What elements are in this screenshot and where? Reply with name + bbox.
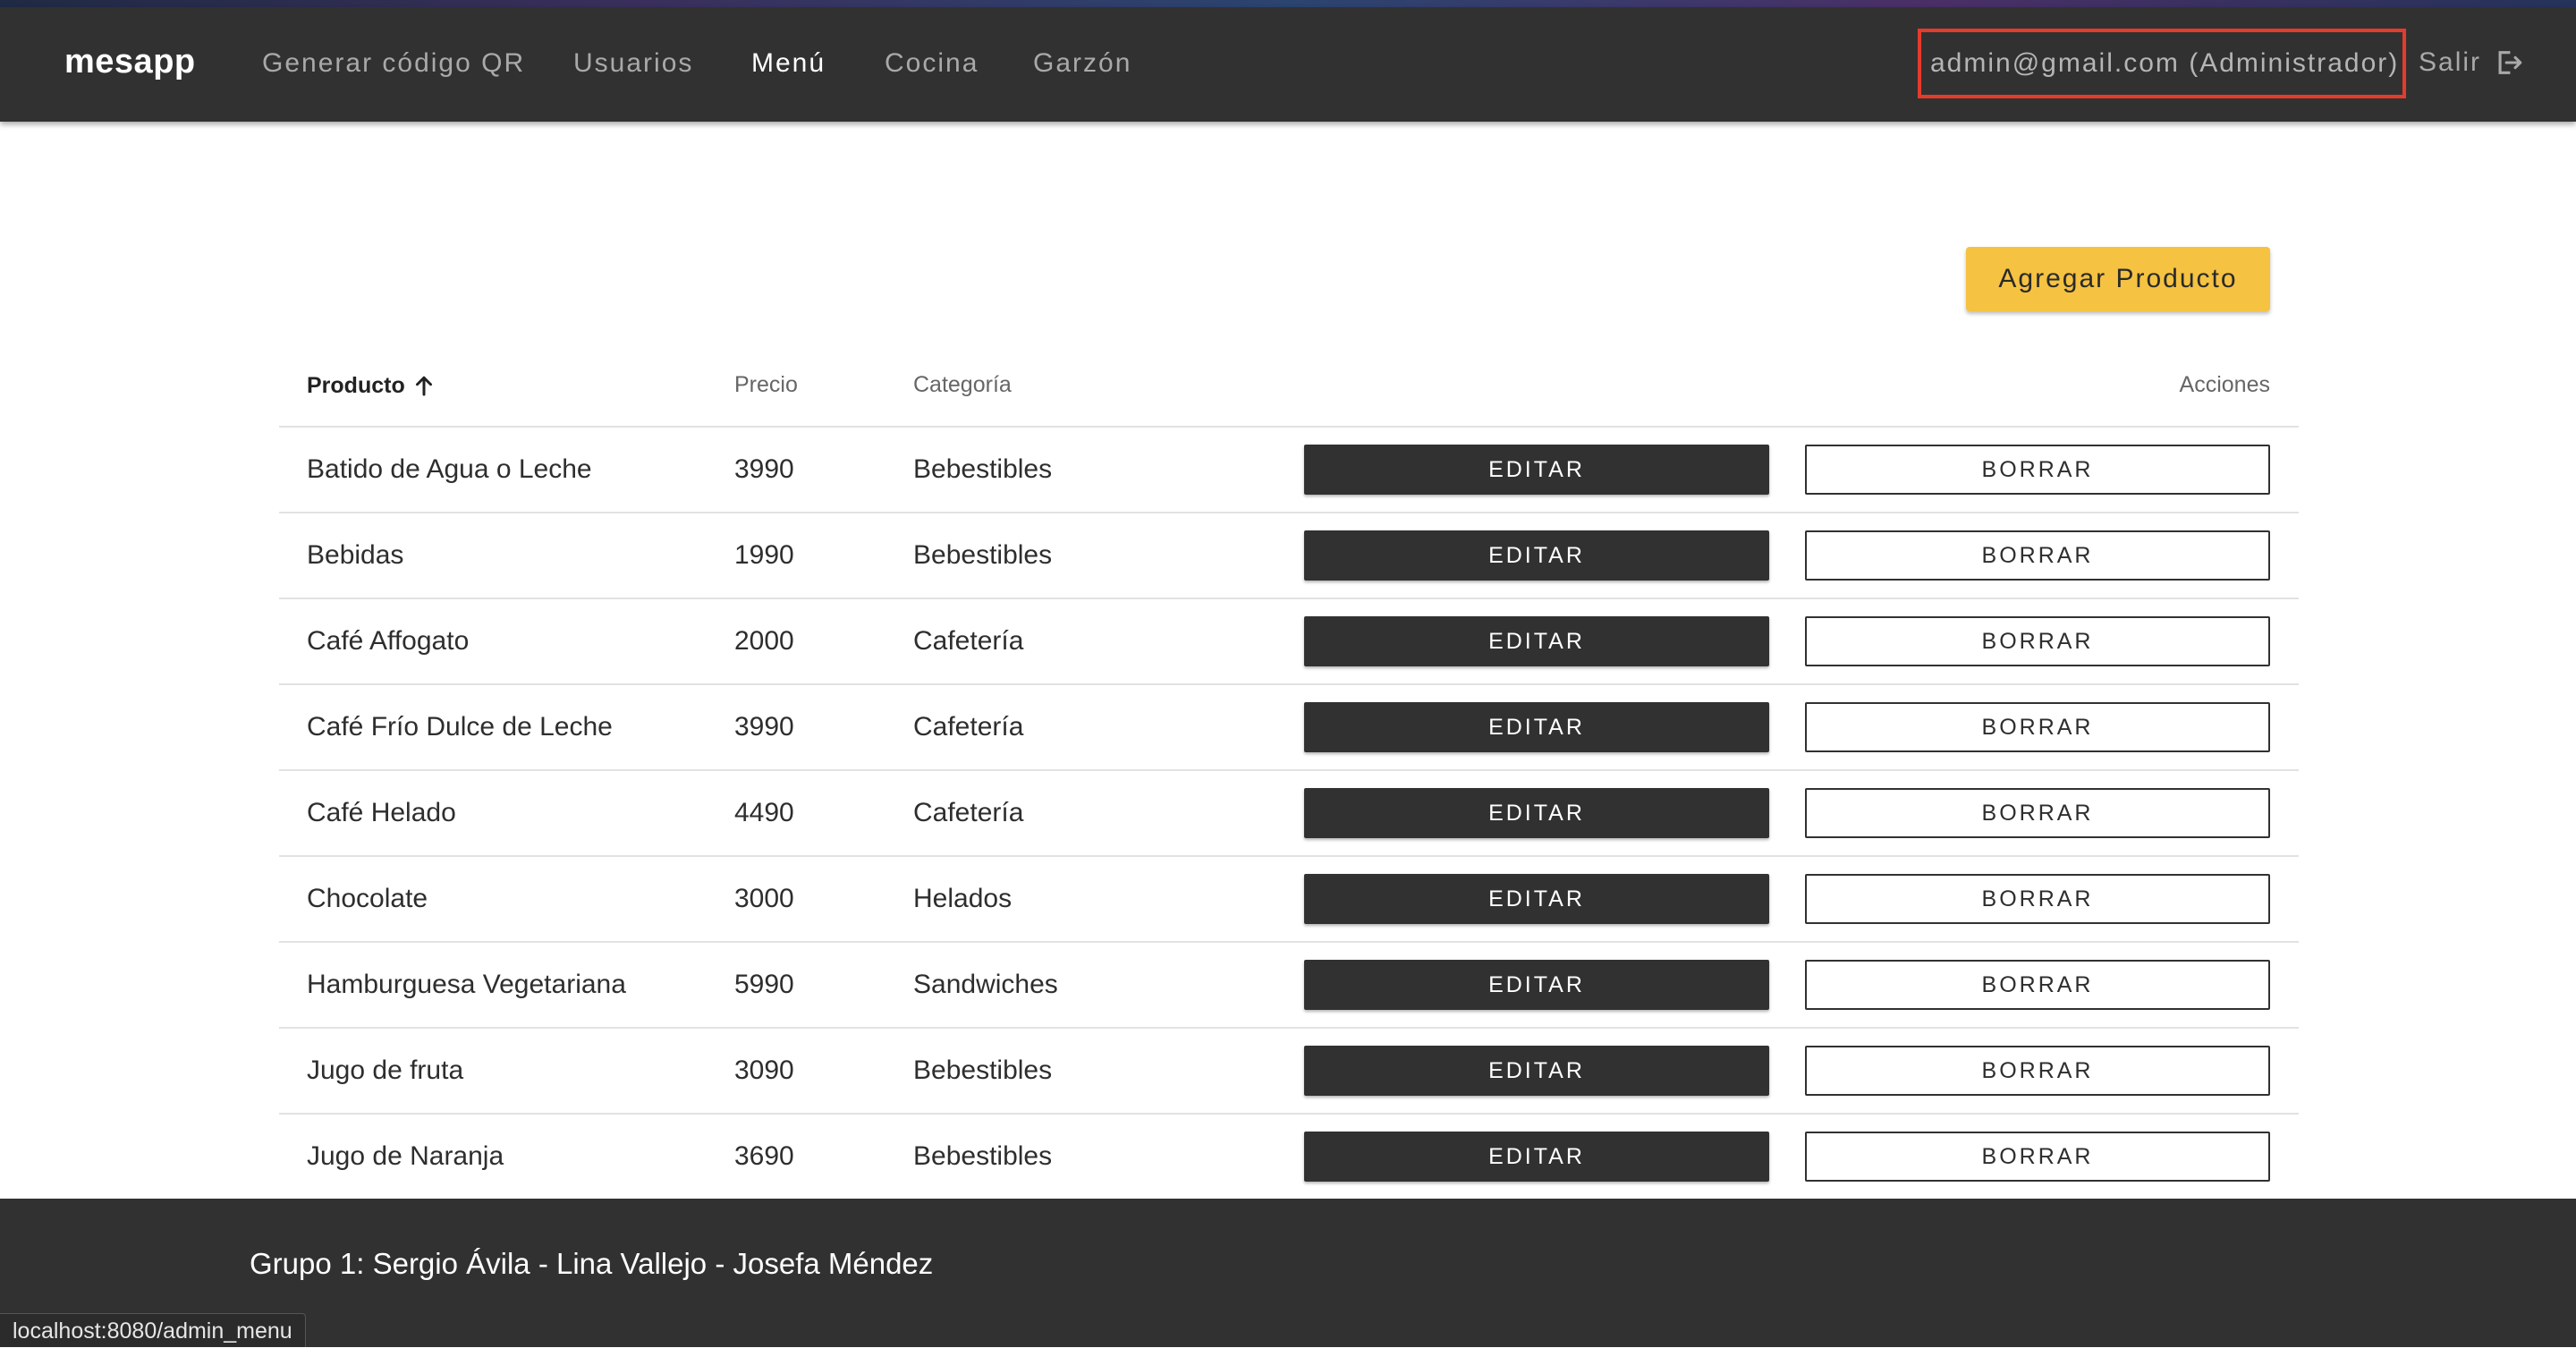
column-header-product-label: Producto	[307, 372, 405, 398]
cell-category: Bebestibles	[913, 1056, 1053, 1085]
footer: Grupo 1: Sergio Ávila - Lina Vallejo - J…	[0, 1199, 2576, 1347]
delete-button[interactable]: BORRAR	[1805, 1046, 2270, 1096]
cell-product: Café Helado	[307, 798, 456, 827]
logout-icon	[2498, 51, 2522, 74]
cell-category: Helados	[913, 884, 1013, 913]
edit-button[interactable]: EDITAR	[1304, 1132, 1769, 1182]
table-row: Jugo de Naranja 3690 Bebestibles EDITAR …	[279, 1115, 2299, 1200]
delete-button[interactable]: BORRAR	[1805, 530, 2270, 581]
edit-button[interactable]: EDITAR	[1304, 874, 1769, 924]
edit-button[interactable]: EDITAR	[1304, 616, 1769, 666]
cell-price: 1990	[734, 540, 794, 570]
delete-button[interactable]: BORRAR	[1805, 874, 2270, 924]
delete-button[interactable]: BORRAR	[1805, 1132, 2270, 1182]
logout-button[interactable]: Salir	[2419, 45, 2524, 81]
cell-price: 4490	[734, 798, 794, 827]
cell-category: Bebestibles	[913, 454, 1053, 484]
edit-button[interactable]: EDITAR	[1304, 530, 1769, 581]
delete-button[interactable]: BORRAR	[1805, 702, 2270, 752]
cell-product: Chocolate	[307, 884, 428, 913]
column-header-price[interactable]: Precio	[734, 372, 798, 398]
column-header-actions: Acciones	[2179, 372, 2270, 397]
cell-product: Café Frío Dulce de Leche	[307, 712, 613, 742]
cell-category: Cafetería	[913, 712, 1024, 742]
column-header-category[interactable]: Categoría	[913, 372, 1012, 398]
status-bar-url: localhost:8080/admin_menu	[0, 1313, 306, 1347]
navbar: mesapp Generar código QR Usuarios Menú C…	[0, 7, 2576, 122]
delete-button[interactable]: BORRAR	[1805, 788, 2270, 838]
delete-button[interactable]: BORRAR	[1805, 960, 2270, 1010]
edit-button[interactable]: EDITAR	[1304, 445, 1769, 495]
table-row: Hamburguesa Vegetariana 5990 Sandwiches …	[279, 943, 2299, 1029]
table-row: Café Helado 4490 Cafetería EDITAR BORRAR	[279, 771, 2299, 857]
column-header-product[interactable]: Producto	[307, 372, 437, 399]
edit-button[interactable]: EDITAR	[1304, 702, 1769, 752]
cell-product: Hamburguesa Vegetariana	[307, 970, 626, 999]
cell-category: Cafetería	[913, 626, 1024, 656]
arrow-up-icon	[415, 376, 432, 396]
cell-category: Sandwiches	[913, 970, 1058, 999]
cell-product: Bebidas	[307, 540, 404, 570]
table-row: Jugo de fruta 3090 Bebestibles EDITAR BO…	[279, 1029, 2299, 1115]
nav-link-generar-qr[interactable]: Generar código QR	[262, 48, 525, 79]
cell-category: Bebestibles	[913, 1141, 1053, 1171]
window-top-strip	[0, 0, 2576, 7]
cell-product: Jugo de fruta	[307, 1056, 464, 1085]
table-header: Producto Precio Categoría Acciones	[279, 354, 2299, 428]
cell-price: 5990	[734, 970, 794, 999]
delete-button[interactable]: BORRAR	[1805, 616, 2270, 666]
cell-price: 3090	[734, 1056, 794, 1085]
table-row: Batido de Agua o Leche 3990 Bebestibles …	[279, 428, 2299, 513]
table-row: Café Frío Dulce de Leche 3990 Cafetería …	[279, 685, 2299, 771]
edit-button[interactable]: EDITAR	[1304, 1046, 1769, 1096]
footer-credits: Grupo 1: Sergio Ávila - Lina Vallejo - J…	[250, 1247, 934, 1280]
brand-logo[interactable]: mesapp	[64, 43, 196, 81]
logout-label: Salir	[2419, 47, 2482, 77]
cell-price: 3990	[734, 712, 794, 742]
nav-link-garzon[interactable]: Garzón	[1033, 48, 1131, 79]
products-table: Producto Precio Categoría Acciones Batid…	[279, 354, 2299, 1200]
add-product-button[interactable]: Agregar Producto	[1966, 247, 2270, 311]
cell-price: 3690	[734, 1141, 794, 1171]
cell-price: 3000	[734, 884, 794, 913]
delete-button[interactable]: BORRAR	[1805, 445, 2270, 495]
nav-link-cocina[interactable]: Cocina	[885, 48, 979, 79]
table-row: Chocolate 3000 Helados EDITAR BORRAR	[279, 857, 2299, 943]
table-row: Café Affogato 2000 Cafetería EDITAR BORR…	[279, 599, 2299, 685]
cell-price: 3990	[734, 454, 794, 484]
cell-category: Bebestibles	[913, 540, 1053, 570]
cell-category: Cafetería	[913, 798, 1024, 827]
cell-product: Café Affogato	[307, 626, 470, 656]
table-row: Bebidas 1990 Bebestibles EDITAR BORRAR	[279, 513, 2299, 599]
edit-button[interactable]: EDITAR	[1304, 960, 1769, 1010]
cell-product: Batido de Agua o Leche	[307, 454, 592, 484]
current-user-label: admin@gmail.com (Administrador)	[1930, 48, 2400, 78]
cell-product: Jugo de Naranja	[307, 1141, 504, 1171]
edit-button[interactable]: EDITAR	[1304, 788, 1769, 838]
nav-link-usuarios[interactable]: Usuarios	[573, 48, 693, 79]
cell-price: 2000	[734, 626, 794, 656]
nav-link-menu[interactable]: Menú	[751, 48, 826, 79]
